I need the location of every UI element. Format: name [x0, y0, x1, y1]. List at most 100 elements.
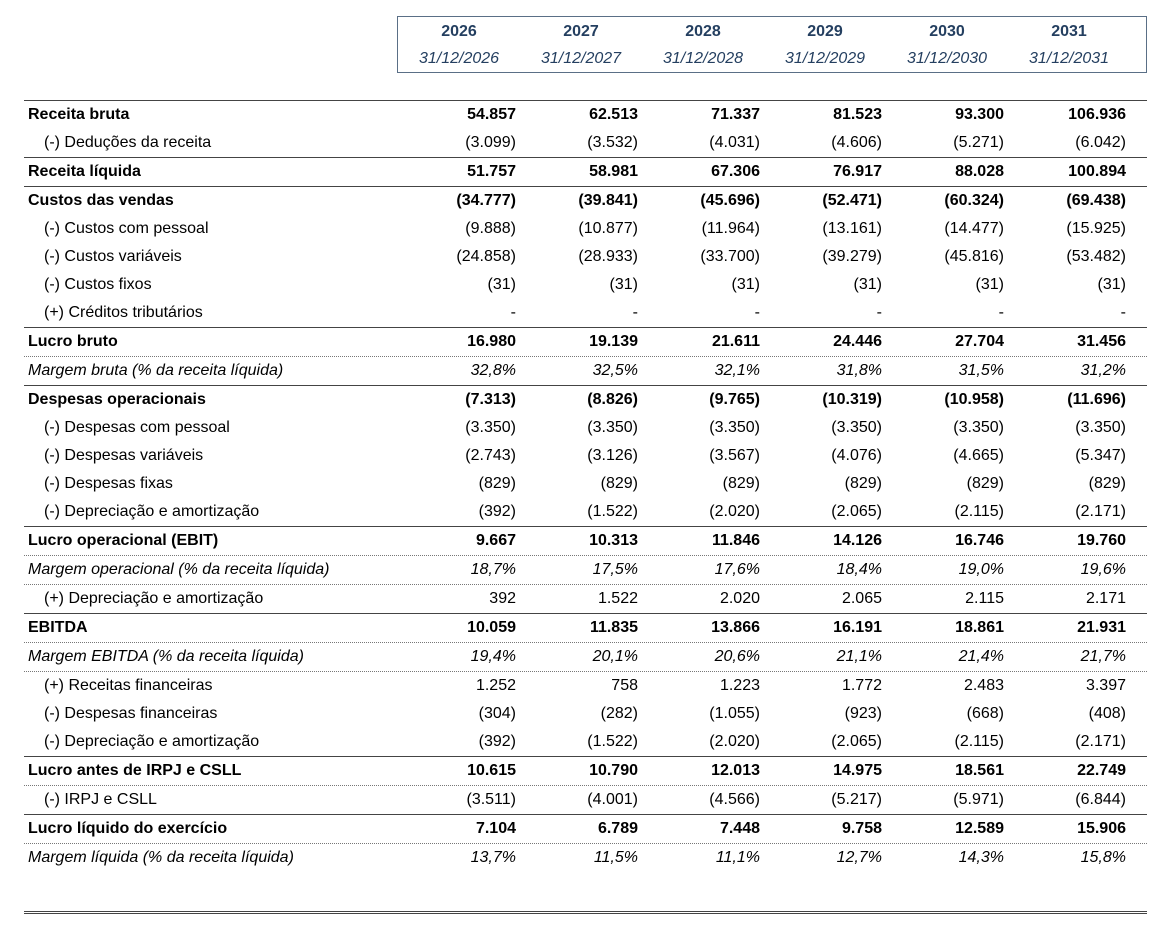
income-statement-table: Receita bruta 54.857 62.513 71.337 81.523 93.…: [24, 100, 1147, 872]
row-value: (60.324): [944, 192, 1004, 209]
table-row: (+) Depreciação e amortização 392 1.522 2.0…: [24, 584, 1147, 613]
row-value: 32,5%: [592, 362, 638, 379]
row-value: (11.964): [701, 220, 760, 237]
row-value: (33.700): [700, 248, 760, 265]
row-value: 19,6%: [1080, 561, 1126, 578]
row-value: (15.925): [1066, 220, 1126, 237]
table-row: Margem EBITDA (% da receita líquida) 19,4…: [24, 642, 1147, 671]
table-row: Margem bruta (% da receita líquida) 32,8%…: [24, 356, 1147, 385]
row-value: (2.065): [831, 503, 882, 520]
row-label: (-) Despesas fixas: [44, 475, 173, 492]
table-row: Receita bruta 54.857 62.513 71.337 81.523 93.…: [24, 100, 1147, 129]
row-value: 31,2%: [1080, 362, 1126, 379]
row-value: (53.482): [1066, 248, 1126, 265]
row-value: 13.866: [711, 619, 760, 636]
row-value: (31): [731, 276, 760, 293]
row-value: (4.566): [709, 791, 760, 808]
row-value: 6.789: [597, 820, 638, 837]
table-row: (-) Depreciação e amortização (392) (1.522…: [24, 498, 1147, 526]
row-label: Lucro antes de IRPJ e CSLL: [28, 762, 242, 779]
column-date: 31/12/2028: [662, 50, 744, 67]
row-label: Margem bruta (% da receita líquida): [28, 362, 284, 379]
row-label: Margem líquida (% da receita líquida): [28, 849, 294, 866]
row-value: (2.115): [954, 733, 1004, 750]
row-value: 31.456: [1077, 333, 1126, 350]
row-value: (39.841): [578, 192, 638, 209]
table-row: (-) Despesas com pessoal (3.350) (3.350) (3…: [24, 414, 1147, 442]
row-value: (3.350): [465, 419, 516, 436]
table-row: Receita líquida 51.757 58.981 67.306 76.917 8…: [24, 157, 1147, 186]
row-value: (52.471): [822, 192, 882, 209]
table-row: Lucro antes de IRPJ e CSLL 10.615 10.790 12…: [24, 756, 1147, 785]
row-value: 12,7%: [836, 849, 882, 866]
row-value: 10.313: [589, 532, 638, 549]
row-value: (3.350): [831, 419, 882, 436]
row-value: (2.065): [831, 733, 882, 750]
row-value: 7.104: [475, 820, 516, 837]
row-value: (8.826): [587, 391, 638, 408]
row-value: 14.126: [833, 532, 882, 549]
column-date: 31/12/2031: [1028, 50, 1110, 67]
row-value: (69.438): [1066, 192, 1126, 209]
table-row: (+) Receitas financeiras 1.252 758 1.223 1.7…: [24, 671, 1147, 700]
row-value: (829): [600, 475, 638, 492]
row-value: (2.171): [1075, 733, 1126, 750]
row-value: 76.917: [833, 163, 882, 180]
row-label: Custos das vendas: [28, 192, 174, 209]
row-value: (9.888): [465, 220, 516, 237]
column-year: 2026: [441, 23, 477, 40]
row-value: 21,4%: [958, 648, 1004, 665]
row-label: (-) Depreciação e amortização: [44, 503, 260, 520]
row-value: (31): [609, 276, 638, 293]
row-value: 9.667: [475, 532, 516, 549]
table-row: Despesas operacionais (7.313) (8.826) (9.76…: [24, 385, 1147, 414]
row-value: 9.758: [841, 820, 882, 837]
row-value: 31,5%: [958, 362, 1004, 379]
column-date: 31/12/2026: [418, 50, 500, 67]
row-value: 12.589: [955, 820, 1004, 837]
row-value: 21,7%: [1080, 648, 1126, 665]
row-value: -: [1120, 304, 1126, 321]
row-value: -: [998, 304, 1004, 321]
row-value: (392): [478, 503, 516, 520]
row-value: (11.696): [1067, 391, 1126, 408]
row-value: -: [510, 304, 516, 321]
row-value: 32,1%: [714, 362, 760, 379]
table-row: (-) Custos com pessoal (9.888) (10.877) (11…: [24, 215, 1147, 243]
row-value: 11,5%: [593, 849, 638, 866]
row-value: 20,6%: [714, 648, 760, 665]
row-value: (282): [600, 705, 638, 722]
row-value: 2.020: [719, 590, 760, 607]
row-label: (-) IRPJ e CSLL: [44, 791, 157, 808]
row-value: (2.020): [709, 733, 760, 750]
row-value: 93.300: [955, 106, 1004, 123]
row-value: 7.448: [719, 820, 760, 837]
row-value: 10.615: [467, 762, 516, 779]
row-label: EBITDA: [28, 619, 88, 636]
row-value: -: [876, 304, 882, 321]
column-year: 2031: [1051, 23, 1087, 40]
row-value: 1.772: [841, 677, 882, 694]
row-label: (+) Depreciação e amortização: [44, 590, 264, 607]
row-value: (304): [478, 705, 516, 722]
table-row: Lucro bruto 16.980 19.139 21.611 24.446 27.70…: [24, 327, 1147, 356]
row-value: 17,6%: [714, 561, 760, 578]
table-row: Custos das vendas (34.777) (39.841) (45.696…: [24, 186, 1147, 215]
row-value: 11.835: [589, 619, 638, 636]
row-value: (668): [966, 705, 1004, 722]
row-value: 21,1%: [836, 648, 882, 665]
row-label: Margem EBITDA (% da receita líquida): [28, 648, 304, 665]
row-value: 21.931: [1077, 619, 1126, 636]
row-value: (5.971): [953, 791, 1004, 808]
row-value: 758: [611, 677, 638, 694]
row-label: Receita líquida: [28, 163, 141, 180]
row-value: (829): [1088, 475, 1126, 492]
row-value: (829): [722, 475, 760, 492]
row-value: 2.171: [1085, 590, 1126, 607]
row-value: 1.522: [597, 590, 638, 607]
row-value: 16.746: [955, 532, 1004, 549]
row-label: (-) Depreciação e amortização: [44, 733, 260, 750]
row-value: (2.115): [954, 503, 1004, 520]
row-label: Lucro líquido do exercício: [28, 820, 228, 837]
row-value: 11,1%: [715, 849, 760, 866]
